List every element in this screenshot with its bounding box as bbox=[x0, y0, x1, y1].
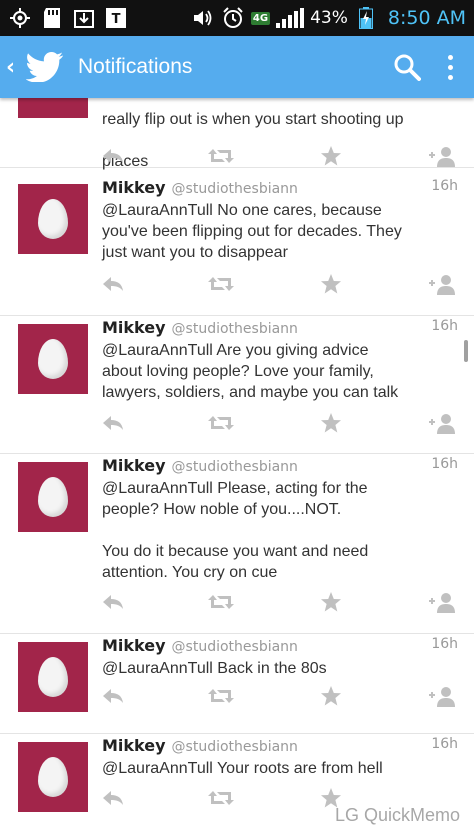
avatar[interactable] bbox=[18, 98, 88, 118]
retweet-icon[interactable] bbox=[206, 590, 236, 614]
follow-icon[interactable] bbox=[426, 590, 458, 614]
tweet-item[interactable]: Mikkey @studiothesbiann 16h @LauraAnnTull… bbox=[0, 176, 474, 316]
tweet-author-name[interactable]: Mikkey bbox=[102, 456, 166, 475]
reply-icon[interactable] bbox=[100, 590, 126, 614]
default-egg-avatar-icon bbox=[38, 757, 68, 797]
status-bar: T 4G 43% 8:50 AM bbox=[0, 0, 474, 36]
app-bar: ‹ Notifications bbox=[0, 36, 474, 98]
lte-icon: 4G bbox=[250, 11, 271, 25]
overflow-menu-icon[interactable] bbox=[430, 44, 470, 90]
follow-icon[interactable] bbox=[426, 684, 458, 708]
reply-icon[interactable] bbox=[100, 144, 126, 168]
volume-icon bbox=[191, 7, 215, 29]
alarm-icon bbox=[221, 7, 245, 29]
tweet-text: @LauraAnnTull No one cares, because you'… bbox=[102, 202, 402, 261]
default-egg-avatar-icon bbox=[38, 199, 68, 239]
tweet-timestamp: 16h bbox=[431, 736, 458, 752]
download-icon bbox=[72, 7, 96, 29]
reply-icon[interactable] bbox=[100, 684, 126, 708]
favorite-star-icon[interactable] bbox=[318, 272, 344, 296]
tweet-actions bbox=[100, 590, 460, 616]
retweet-icon[interactable] bbox=[206, 144, 236, 168]
reply-icon[interactable] bbox=[100, 411, 126, 435]
tweet-item[interactable]: Mikkey @studiothesbiann 16h @LauraAnnTull… bbox=[0, 454, 474, 634]
avatar[interactable] bbox=[18, 642, 88, 712]
tweet-text: @LauraAnnTull Your roots are from hell bbox=[102, 760, 383, 777]
watermark: LG QuickMemo bbox=[334, 805, 460, 825]
tweet-text: @LauraAnnTull Back in the 80s bbox=[102, 660, 327, 677]
tweet-actions bbox=[100, 272, 460, 298]
follow-icon[interactable] bbox=[426, 411, 458, 435]
avatar[interactable] bbox=[18, 462, 88, 532]
retweet-icon[interactable] bbox=[206, 272, 236, 296]
default-egg-avatar-icon bbox=[38, 477, 68, 517]
tweet-text: @LauraAnnTull Please, acting for the peo… bbox=[102, 480, 369, 581]
list-item[interactable]: really flip out is when you start shooti… bbox=[0, 98, 474, 170]
twitter-bird-icon[interactable] bbox=[25, 52, 66, 83]
back-icon[interactable]: ‹ bbox=[6, 55, 22, 80]
page-title: Notifications bbox=[78, 55, 193, 78]
tweet-author-handle[interactable]: @studiothesbiann bbox=[172, 639, 298, 655]
tweet-item[interactable]: Mikkey @studiothesbiann 16h @LauraAnnTull… bbox=[0, 316, 474, 454]
tweet-author-name[interactable]: Mikkey bbox=[102, 318, 166, 337]
avatar[interactable] bbox=[18, 742, 88, 812]
tweet-timestamp: 16h bbox=[431, 636, 458, 652]
battery-charging-icon bbox=[354, 7, 378, 29]
tweet-author-handle[interactable]: @studiothesbiann bbox=[172, 181, 298, 197]
default-egg-avatar-icon bbox=[38, 339, 68, 379]
reply-icon[interactable] bbox=[100, 272, 126, 296]
tweet-author-handle[interactable]: @studiothesbiann bbox=[172, 459, 298, 475]
tweet-timestamp: 16h bbox=[431, 318, 458, 334]
retweet-icon[interactable] bbox=[206, 684, 236, 708]
battery-percent: 43% bbox=[310, 8, 348, 28]
favorite-star-icon[interactable] bbox=[318, 144, 344, 168]
svg-text:T: T bbox=[112, 12, 121, 27]
tweet-timestamp: 16h bbox=[431, 178, 458, 194]
tweet-author-name[interactable]: Mikkey bbox=[102, 178, 166, 197]
avatar[interactable] bbox=[18, 184, 88, 254]
tweet-author-handle[interactable]: @studiothesbiann bbox=[172, 739, 298, 755]
tweet-timestamp: 16h bbox=[431, 456, 458, 472]
favorite-star-icon[interactable] bbox=[318, 684, 344, 708]
follow-icon[interactable] bbox=[426, 272, 458, 296]
signal-icon bbox=[276, 8, 305, 28]
retweet-icon[interactable] bbox=[206, 786, 236, 810]
tweet-author-name[interactable]: Mikkey bbox=[102, 736, 166, 755]
avatar[interactable] bbox=[18, 324, 88, 394]
tmobile-icon: T bbox=[104, 7, 128, 29]
scrollbar[interactable] bbox=[464, 340, 468, 362]
search-button[interactable] bbox=[384, 44, 430, 90]
notifications-feed[interactable]: really flip out is when you start shooti… bbox=[0, 98, 474, 840]
tweet-author-handle[interactable]: @studiothesbiann bbox=[172, 321, 298, 337]
retweet-icon[interactable] bbox=[206, 411, 236, 435]
favorite-star-icon[interactable] bbox=[318, 590, 344, 614]
reply-icon[interactable] bbox=[100, 786, 126, 810]
tweet-text-partial: really flip out is when you start shooti… bbox=[102, 111, 404, 128]
tweet-actions bbox=[100, 144, 460, 170]
follow-icon[interactable] bbox=[426, 144, 458, 168]
tweet-actions bbox=[100, 411, 460, 437]
search-icon bbox=[394, 54, 421, 81]
tweet-actions bbox=[100, 684, 460, 710]
sd-card-icon bbox=[40, 7, 64, 29]
tweet-text: @LauraAnnTull Are you giving advice abou… bbox=[102, 342, 399, 401]
favorite-star-icon[interactable] bbox=[318, 411, 344, 435]
tweet-item[interactable]: Mikkey @studiothesbiann 16h @LauraAnnTull… bbox=[0, 634, 474, 734]
default-egg-avatar-icon bbox=[38, 657, 68, 697]
gps-icon bbox=[8, 7, 32, 29]
clock: 8:50 AM bbox=[387, 7, 466, 29]
tweet-author-name[interactable]: Mikkey bbox=[102, 636, 166, 655]
